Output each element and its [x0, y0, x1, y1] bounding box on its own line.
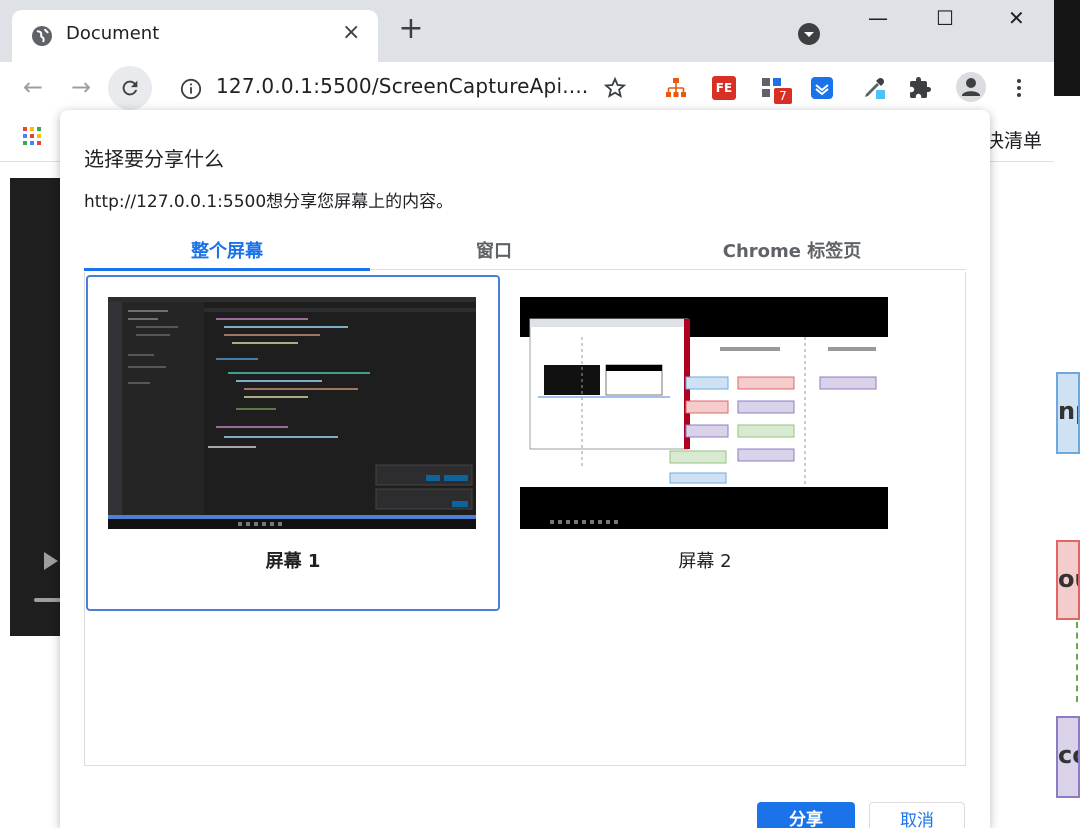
screen-1-option[interactable]: 屏幕 1 — [86, 275, 500, 611]
globe-icon — [32, 26, 52, 46]
screen-1-label: 屏幕 1 — [265, 551, 321, 572]
org-chart-icon[interactable] — [664, 76, 688, 100]
tabs-extension-icon[interactable]: 7 — [760, 76, 792, 104]
diagram-connector — [1076, 622, 1078, 702]
page-dark-strip — [1054, 0, 1080, 96]
tab-divider — [370, 269, 966, 270]
tab-title: Document — [66, 23, 160, 44]
diagram-node: ou — [1056, 540, 1080, 620]
browser-tab[interactable]: Document × — [12, 10, 378, 62]
new-tab-button[interactable]: + — [398, 14, 424, 44]
profile-icon — [962, 78, 980, 96]
share-button[interactable]: 分享 — [757, 802, 855, 828]
forward-button[interactable]: → — [66, 72, 96, 102]
tab-entire-screen[interactable]: 整个屏幕 — [84, 237, 370, 263]
play-icon[interactable] — [44, 552, 58, 570]
menu-icon[interactable] — [1007, 76, 1031, 100]
screen-2-thumbnail — [520, 297, 888, 529]
tab-close-button[interactable]: × — [342, 20, 360, 45]
cancel-button[interactable]: 取消 — [869, 802, 965, 828]
maximize-button[interactable]: ☐ — [936, 6, 954, 30]
chevron-circle-icon[interactable] — [797, 22, 821, 46]
minimize-button[interactable]: — — [868, 6, 888, 30]
bookmark-item[interactable]: 决清单 — [985, 126, 1042, 153]
profile-button[interactable] — [956, 72, 986, 102]
reload-icon — [122, 80, 138, 96]
info-icon[interactable] — [180, 78, 202, 100]
video-player — [10, 178, 64, 636]
diagram-node: npo — [1056, 372, 1080, 454]
screen-1-thumbnail — [108, 297, 476, 529]
puzzle-icon[interactable] — [908, 76, 932, 100]
fe-extension-icon[interactable]: FE — [712, 76, 736, 100]
tab-window[interactable]: 窗口 — [370, 237, 618, 263]
screen-share-dialog: 选择要分享什么 http://127.0.0.1:5500想分享您屏幕上的内容。… — [60, 110, 990, 828]
address-bar[interactable]: 127.0.0.1:5500/ScreenCaptureApi.... — [216, 74, 588, 98]
browser-toolbar: ← → 127.0.0.1:5500/ScreenCaptureApi.... … — [0, 62, 1054, 114]
selected-tab-indicator — [84, 268, 370, 271]
dialog-title: 选择要分享什么 — [84, 147, 224, 171]
apps-grid-icon[interactable] — [22, 126, 42, 146]
dialog-description: http://127.0.0.1:5500想分享您屏幕上的内容。 — [84, 192, 454, 212]
close-window-button[interactable]: ✕ — [1008, 6, 1025, 30]
screen-2-label: 屏幕 2 — [678, 551, 732, 572]
todo-extension-icon[interactable] — [810, 76, 834, 100]
eyedropper-icon[interactable] — [862, 76, 886, 100]
reload-button[interactable] — [108, 66, 152, 110]
diagram-node: co — [1056, 716, 1080, 798]
notification-badge: 7 — [774, 88, 792, 104]
star-icon[interactable] — [603, 76, 627, 100]
tab-chrome-tab[interactable]: Chrome 标签页 — [618, 237, 966, 263]
screen-2-option[interactable]: 屏幕 2 — [498, 275, 912, 611]
back-button[interactable]: ← — [18, 72, 48, 102]
tab-strip: Document × + — ☐ ✕ — [0, 0, 1054, 62]
